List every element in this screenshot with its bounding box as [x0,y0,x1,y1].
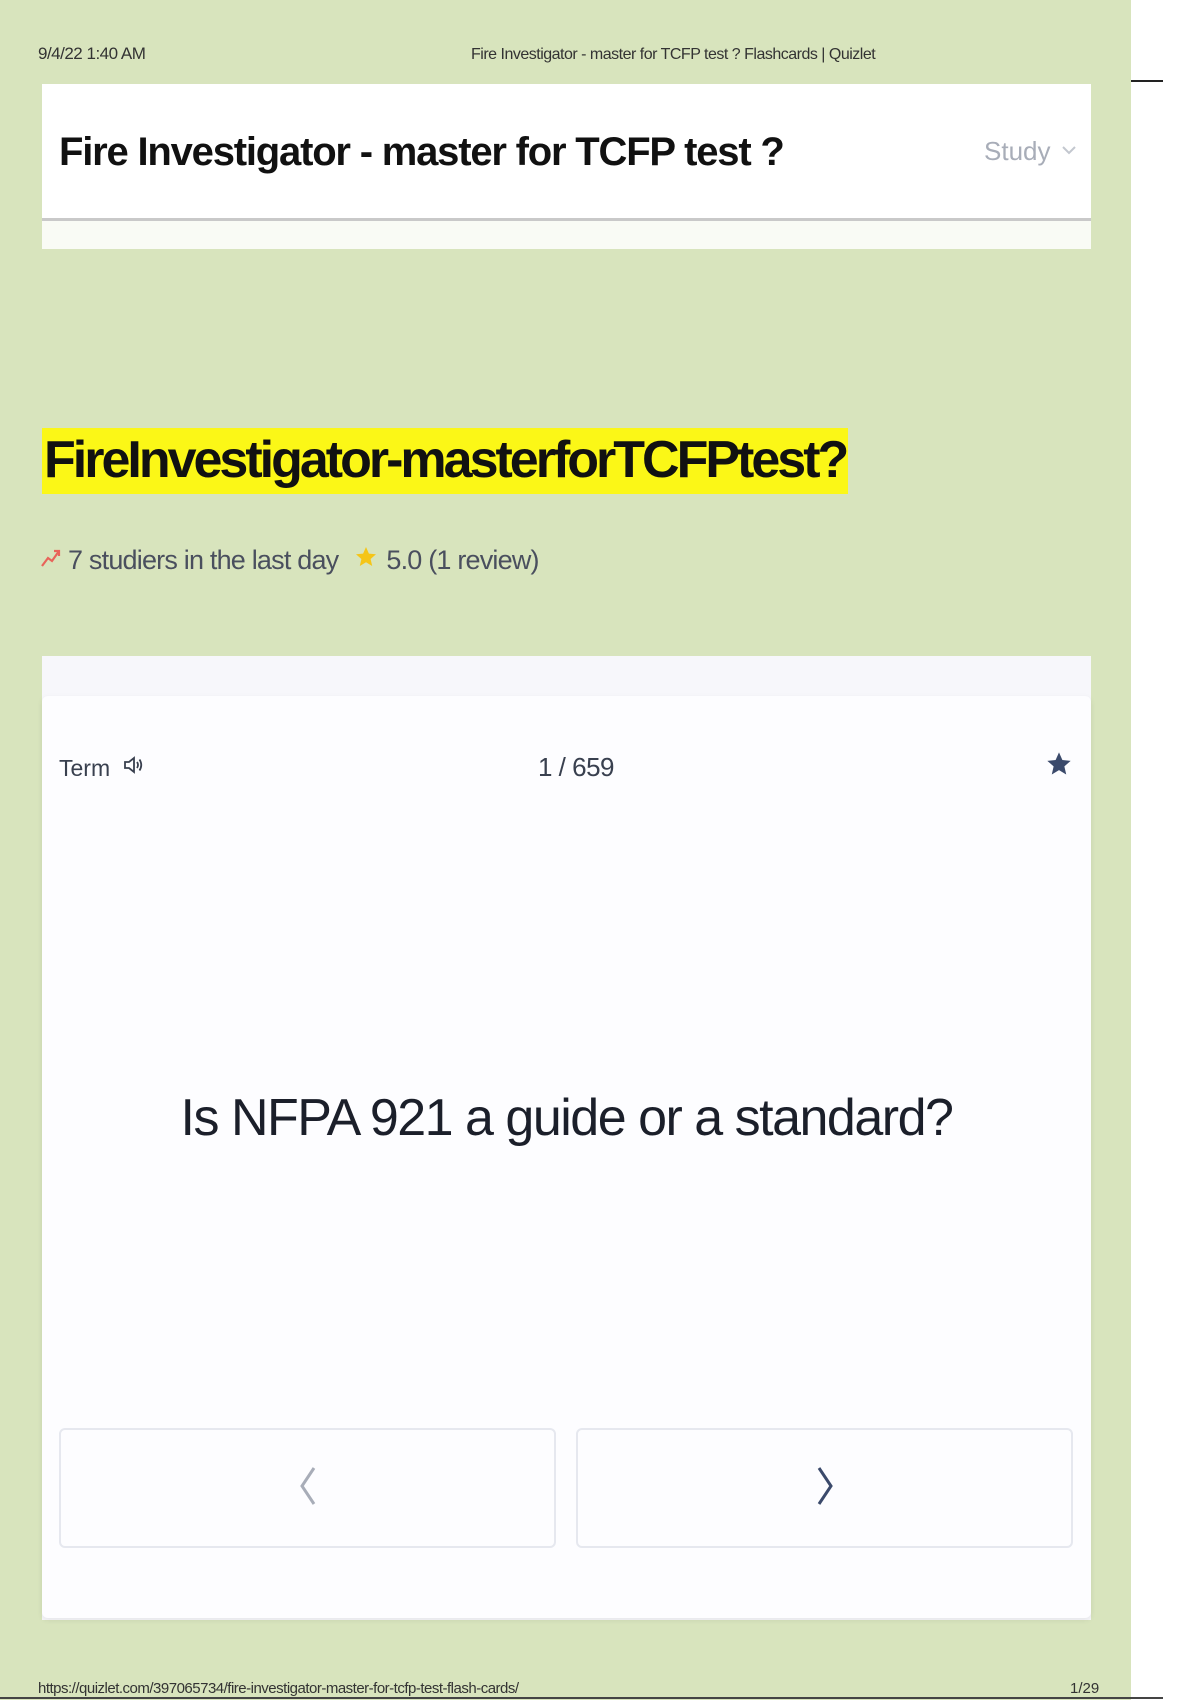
previous-card-button[interactable] [59,1428,556,1548]
chevron-down-icon [1059,136,1079,167]
card-side-label: Term [59,754,144,782]
edge-mark [1131,80,1163,82]
speaker-icon[interactable] [122,754,144,782]
flashcard-area: Term 1 / 659 Is NFPA 921 a guide or a st… [42,656,1091,1620]
print-date: 9/4/22 1:40 AM [38,44,146,63]
trending-icon [40,545,62,576]
term-label: Term [59,754,111,781]
chevron-right-icon [814,1464,836,1513]
flashcard[interactable]: Term 1 / 659 Is NFPA 921 a guide or a st… [42,696,1091,1618]
header-shadow-strip [42,221,1091,249]
print-page-number: 1/29 [1070,1680,1100,1697]
card-question: Is NFPA 921 a guide or a standard? [180,1089,954,1147]
set-title: FireInvestigator-masterforTCFPtest? [42,428,849,494]
chevron-left-icon [297,1464,319,1513]
sticky-header: Fire Investigator - master for TCFP test… [42,84,1091,221]
print-url: https://quizlet.com/397065734/fire-inves… [38,1680,519,1697]
studiers-count: 7 studiers in the last day [68,545,339,575]
set-stats: 7 studiers in the last day 5.0 (1 review… [40,545,540,576]
study-label: Study [984,136,1051,166]
study-button[interactable]: Study [984,136,1079,167]
rating-text[interactable]: 5.0 (1 review) [386,545,539,576]
star-icon[interactable] [1045,750,1073,778]
header-title: Fire Investigator - master for TCFP test… [59,130,785,174]
bottom-rule [0,1697,1163,1699]
rating-star-icon [354,545,378,576]
print-page-title: Fire Investigator - master for TCFP test… [471,46,876,63]
next-card-button[interactable] [576,1428,1073,1548]
card-counter: 1 / 659 [538,752,615,782]
